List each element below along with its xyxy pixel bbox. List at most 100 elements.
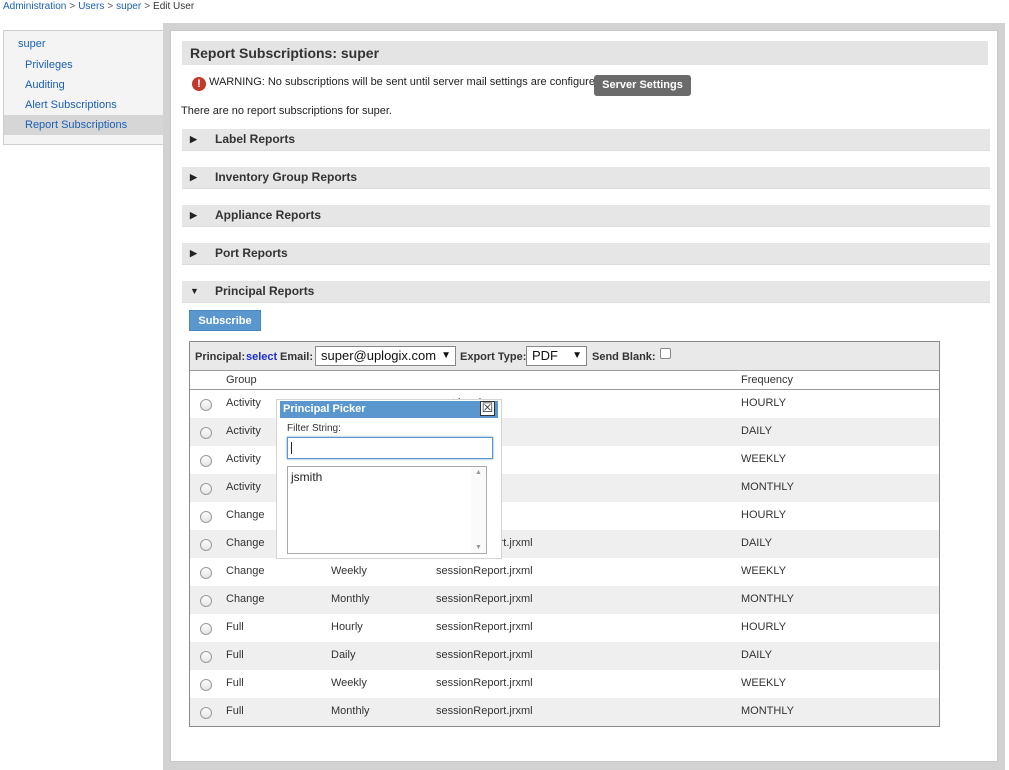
scroll-up-icon[interactable]: ▲ xyxy=(475,469,482,476)
page-title: Report Subscriptions: super xyxy=(182,41,988,65)
send-blank-label: Send Blank: xyxy=(592,351,656,363)
frequency-cell: HOURLY xyxy=(741,621,787,633)
report-cell: sessionReport.jrxml xyxy=(436,593,533,605)
section-title: Label Reports xyxy=(215,132,296,146)
filter-string-input[interactable] xyxy=(287,437,493,459)
frequency-cell: DAILY xyxy=(741,649,772,661)
row-select-radio[interactable] xyxy=(200,623,212,635)
interval-cell: Weekly xyxy=(331,565,367,577)
frequency-cell: DAILY xyxy=(741,537,772,549)
sidebar-item-privileges[interactable]: Privileges xyxy=(4,55,163,75)
chevron-down-icon: ▼ xyxy=(441,350,451,361)
row-select-radio[interactable] xyxy=(200,539,212,551)
row-select-radio[interactable] xyxy=(200,399,212,411)
row-select-radio[interactable] xyxy=(200,595,212,607)
report-cell: sessionReport.jrxml xyxy=(436,677,533,689)
row-select-radio[interactable] xyxy=(200,707,212,719)
row-select-radio[interactable] xyxy=(200,455,212,467)
subscribe-button[interactable]: Subscribe xyxy=(189,310,261,331)
group-cell: Activity xyxy=(226,397,261,409)
group-cell: Change xyxy=(226,593,265,605)
section-title: Appliance Reports xyxy=(215,208,322,222)
expand-arrow-icon: ▶ xyxy=(190,134,197,144)
section-title: Port Reports xyxy=(215,246,288,260)
group-cell: Change xyxy=(226,565,265,577)
table-header: Group Frequency xyxy=(190,371,939,390)
breadcrumb: Administration > Users > super > Edit User xyxy=(3,1,194,12)
frequency-cell: MONTHLY xyxy=(741,481,794,493)
report-cell: sessionReport.jrxml xyxy=(436,649,533,661)
breadcrumb-users-link[interactable]: Users xyxy=(78,1,104,12)
group-cell: Activity xyxy=(226,481,261,493)
report-cell: sessionReport.jrxml xyxy=(436,705,533,717)
frequency-cell: WEEKLY xyxy=(741,677,787,689)
section-principal-reports[interactable]: ▼ Principal Reports xyxy=(182,281,990,303)
filter-string-label: Filter String: xyxy=(287,423,341,434)
no-subscriptions-text: There are no report subscriptions for su… xyxy=(181,105,392,117)
row-select-radio[interactable] xyxy=(200,483,212,495)
send-blank-checkbox[interactable] xyxy=(660,348,671,359)
frequency-cell: WEEKLY xyxy=(741,565,787,577)
export-type-label: Export Type: xyxy=(460,351,527,363)
row-select-radio[interactable] xyxy=(200,651,212,663)
section-label-reports[interactable]: ▶ Label Reports xyxy=(182,129,990,151)
row-select-radio[interactable] xyxy=(200,679,212,691)
interval-cell: Daily xyxy=(331,649,356,661)
table-row[interactable]: Full Weekly sessionReport.jrxml WEEKLY xyxy=(190,670,939,698)
row-select-radio[interactable] xyxy=(200,427,212,439)
section-title: Principal Reports xyxy=(215,284,315,298)
interval-cell: Weekly xyxy=(331,677,367,689)
group-cell: Full xyxy=(226,621,244,633)
table-row[interactable]: Change Monthly sessionReport.jrxml MONTHLY xyxy=(190,586,939,614)
section-title: Inventory Group Reports xyxy=(215,170,358,184)
group-cell: Full xyxy=(226,705,244,717)
scroll-down-icon[interactable]: ▼ xyxy=(475,544,482,551)
warning-text: WARNING: No subscriptions will be sent u… xyxy=(209,76,605,88)
server-settings-button[interactable]: Server Settings xyxy=(594,75,691,96)
principal-list[interactable]: jsmith ▲ ▼ xyxy=(287,466,487,554)
group-cell: Activity xyxy=(226,425,261,437)
principal-select-link[interactable]: select xyxy=(246,351,277,363)
breadcrumb-current: Edit User xyxy=(153,1,195,12)
frequency-cell: MONTHLY xyxy=(741,593,794,605)
main-panel: Report Subscriptions: super ! WARNING: N… xyxy=(170,30,998,762)
email-select[interactable]: super@uplogix.com ▼ xyxy=(315,346,456,366)
frequency-cell: HOURLY xyxy=(741,397,787,409)
sidebar-item-report-subscriptions[interactable]: Report Subscriptions xyxy=(4,115,163,135)
scrollbar[interactable]: ▲ ▼ xyxy=(471,467,486,553)
table-row[interactable]: Full Hourly sessionReport.jrxml HOURLY xyxy=(190,614,939,642)
section-inventory-group-reports[interactable]: ▶ Inventory Group Reports xyxy=(182,167,990,189)
expand-arrow-icon: ▶ xyxy=(190,210,197,220)
row-select-radio[interactable] xyxy=(200,567,212,579)
section-appliance-reports[interactable]: ▶ Appliance Reports xyxy=(182,205,990,227)
group-cell: Change xyxy=(226,537,265,549)
sidebar-item-alert-subscriptions[interactable]: Alert Subscriptions xyxy=(4,95,163,115)
sidebar-item-auditing[interactable]: Auditing xyxy=(4,75,163,95)
export-type-select[interactable]: PDF ▼ xyxy=(526,346,587,366)
section-port-reports[interactable]: ▶ Port Reports xyxy=(182,243,990,265)
principal-label: Principal: xyxy=(195,351,246,363)
breadcrumb-user-link[interactable]: super xyxy=(116,1,141,12)
table-row[interactable]: Full Monthly sessionReport.jrxml MONTHLY xyxy=(190,698,939,726)
table-row[interactable]: Full Daily sessionReport.jrxml DAILY xyxy=(190,642,939,670)
subscription-filter-bar: Principal: select Email: super@uplogix.c… xyxy=(190,342,939,371)
column-header-frequency: Frequency xyxy=(741,374,793,386)
frequency-cell: WEEKLY xyxy=(741,453,787,465)
frequency-cell: HOURLY xyxy=(741,509,787,521)
interval-cell: Monthly xyxy=(331,705,370,717)
frequency-cell: MONTHLY xyxy=(741,705,794,717)
frequency-cell: DAILY xyxy=(741,425,772,437)
table-row[interactable]: Change Weekly sessionReport.jrxml WEEKLY xyxy=(190,558,939,586)
breadcrumb-separator: > xyxy=(69,1,76,12)
breadcrumb-separator: > xyxy=(144,1,151,12)
close-icon[interactable]: ☒ xyxy=(480,401,495,416)
interval-cell: Hourly xyxy=(331,621,363,633)
report-cell: sessionReport.jrxml xyxy=(436,621,533,633)
sidebar-user-link[interactable]: super xyxy=(18,38,46,50)
breadcrumb-administration-link[interactable]: Administration xyxy=(3,1,66,12)
sidebar: super Privileges Auditing Alert Subscrip… xyxy=(3,30,163,145)
list-item[interactable]: jsmith xyxy=(291,470,322,484)
group-cell: Full xyxy=(226,649,244,661)
email-label: Email: xyxy=(280,351,314,363)
row-select-radio[interactable] xyxy=(200,511,212,523)
